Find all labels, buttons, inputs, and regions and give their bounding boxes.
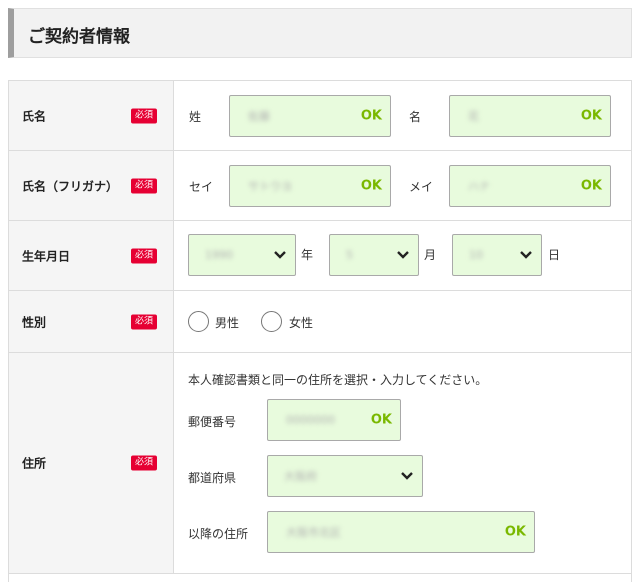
month-unit: 月 <box>424 248 437 262</box>
row-label: 性別 必須 <box>9 291 174 352</box>
row-label: 生年月日 必須 <box>9 221 174 290</box>
birth-month-select[interactable]: 5 <box>329 234 419 276</box>
first-kana-input[interactable]: ハナ OK <box>449 165 611 207</box>
last-name-value: 佐藤 <box>248 110 270 123</box>
chevron-down-icon <box>397 251 409 259</box>
section-title: ご契約者情報 <box>28 27 130 47</box>
last-kana-value: サトウヨ <box>248 180 292 193</box>
gender-female-radio[interactable] <box>261 311 282 332</box>
ok-indicator: OK <box>360 178 382 194</box>
first-kana-value: ハナ <box>468 180 490 193</box>
postal-code-value: 0000000 <box>286 413 335 427</box>
address-rest-input[interactable]: 大阪市北区 OK <box>267 511 535 553</box>
chevron-down-icon <box>401 472 413 480</box>
name-label: 氏名 <box>22 109 47 123</box>
ok-indicator: OK <box>580 178 602 194</box>
required-badge: 必須 <box>131 314 158 329</box>
prefecture-label: 都道府県 <box>188 471 237 485</box>
row-gender: 性別 必須 男性 女性 <box>9 290 631 352</box>
gender-label: 性別 <box>22 315 47 329</box>
row-content: 姓 佐藤 OK 名 花 OK <box>175 81 631 150</box>
required-badge: 必須 <box>131 178 158 193</box>
first-kana-label: メイ <box>409 180 434 194</box>
last-name-input[interactable]: 佐藤 OK <box>229 95 391 137</box>
row-birthdate: 生年月日 必須 1990 年 5 月 10 日 <box>9 220 631 290</box>
address-label: 住所 <box>22 456 47 471</box>
row-content: 男性 女性 <box>175 291 631 352</box>
row-name: 氏名 必須 姓 佐藤 OK 名 花 OK <box>9 80 631 150</box>
day-unit: 日 <box>548 248 561 262</box>
birthdate-label: 生年月日 <box>22 249 71 263</box>
prefecture-value: 大阪府 <box>284 470 317 483</box>
row-kana: 氏名（フリガナ） 必須 セイ サトウヨ OK メイ ハナ OK <box>9 150 631 220</box>
chevron-down-icon <box>520 251 532 259</box>
table-bottom-divider <box>9 573 631 574</box>
birth-year-select[interactable]: 1990 <box>188 234 296 276</box>
year-unit: 年 <box>301 248 314 262</box>
row-label: 住所 必須 <box>9 353 174 573</box>
address-rest-label: 以降の住所 <box>188 527 249 541</box>
required-badge: 必須 <box>131 455 158 471</box>
first-name-input[interactable]: 花 OK <box>449 95 611 137</box>
row-content: セイ サトウヨ OK メイ ハナ OK <box>175 151 631 220</box>
chevron-down-icon <box>274 251 286 259</box>
contract-form-table: 氏名 必須 姓 佐藤 OK 名 花 OK 氏名（フリガナ） 必須 セイ サトウヨ <box>8 80 632 582</box>
gender-male-label[interactable]: 男性 <box>215 314 239 331</box>
section-header: ご契約者情報 <box>8 8 632 58</box>
birth-month-value: 5 <box>346 248 353 262</box>
row-address: 住所 必須 本人確認書類と同一の住所を選択・入力してください。 郵便番号 000… <box>9 352 631 573</box>
birth-day-select[interactable]: 10 <box>452 234 542 276</box>
ok-indicator: OK <box>504 524 526 540</box>
first-name-label: 名 <box>409 110 422 124</box>
postal-code-label: 郵便番号 <box>188 415 237 429</box>
required-badge: 必須 <box>131 108 158 123</box>
birth-day-value: 10 <box>469 248 483 262</box>
address-rest-value: 大阪市北区 <box>286 526 341 539</box>
row-label: 氏名 必須 <box>9 81 174 150</box>
required-badge: 必須 <box>131 248 158 263</box>
prefecture-select[interactable]: 大阪府 <box>267 455 423 497</box>
postal-code-input[interactable]: 0000000 OK <box>267 399 401 441</box>
kana-label: 氏名（フリガナ） <box>22 179 119 193</box>
ok-indicator: OK <box>360 108 382 124</box>
gender-female-label[interactable]: 女性 <box>289 314 313 331</box>
row-label: 氏名（フリガナ） 必須 <box>9 151 174 220</box>
last-kana-input[interactable]: サトウヨ OK <box>229 165 391 207</box>
first-name-value: 花 <box>468 110 479 123</box>
row-content: 本人確認書類と同一の住所を選択・入力してください。 郵便番号 0000000 O… <box>175 353 631 573</box>
birth-year-value: 1990 <box>205 248 233 262</box>
ok-indicator: OK <box>370 412 392 428</box>
last-kana-label: セイ <box>189 180 214 194</box>
ok-indicator: OK <box>580 108 602 124</box>
last-name-label: 姓 <box>189 110 202 124</box>
address-note: 本人確認書類と同一の住所を選択・入力してください。 <box>188 373 488 387</box>
row-content: 1990 年 5 月 10 日 <box>175 221 631 290</box>
gender-male-radio[interactable] <box>188 311 209 332</box>
